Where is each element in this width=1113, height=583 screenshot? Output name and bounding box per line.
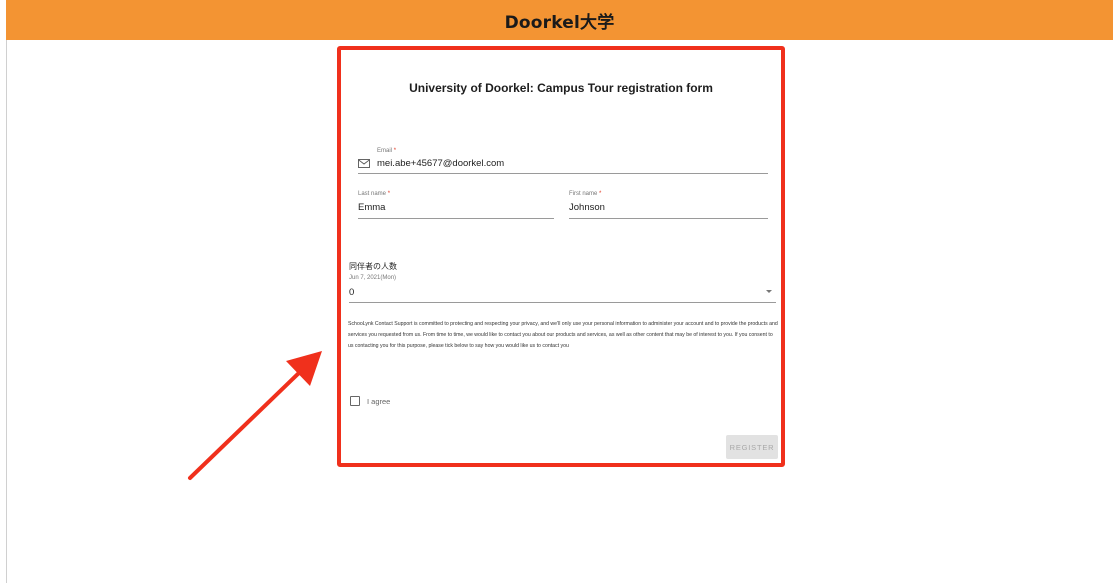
annotation-arrow-icon [188,351,322,480]
